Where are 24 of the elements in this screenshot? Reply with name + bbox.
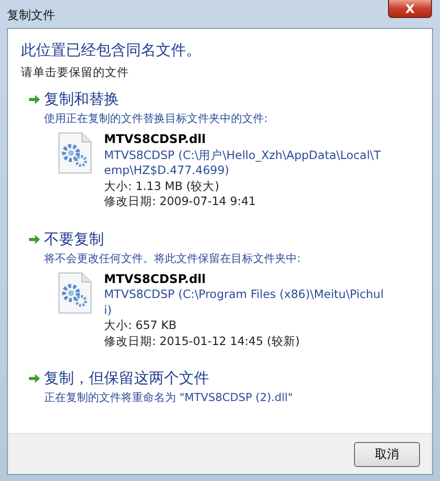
file-name: MTVS8CDSP.dll xyxy=(104,132,207,148)
dialog-heading: 此位置已经包含同名文件。 xyxy=(21,41,202,60)
option-description: 使用正在复制的文件替换目标文件夹中的文件: xyxy=(44,111,269,126)
file-gear-icon xyxy=(58,272,92,314)
close-button[interactable]: X xyxy=(388,0,432,18)
arrow-icon xyxy=(28,234,41,244)
instruction-text: 请单击要保留的文件 xyxy=(21,65,130,80)
file-location: MTVS8CDSP (C:\Program Files (x86)\Meitu\Pichuli) xyxy=(104,287,384,318)
cancel-button[interactable]: 取消 xyxy=(354,442,420,466)
option-title[interactable]: 复制，但保留这两个文件 xyxy=(44,369,209,388)
window-title: 复制文件 xyxy=(7,7,55,24)
option-description: 将不会更改任何文件。将此文件保留在目标文件夹中: xyxy=(44,250,302,266)
arrow-icon xyxy=(28,373,41,384)
arrow-icon xyxy=(28,94,41,105)
option-title[interactable]: 不要复制 xyxy=(44,230,104,248)
option-title[interactable]: 复制和替换 xyxy=(44,90,119,109)
modified-date: 修改日期: 2015-01-12 14:45 (较新) xyxy=(104,334,301,349)
file-size: 大小: 657 KB xyxy=(104,318,178,334)
file-size: 大小: 1.13 MB (较大) xyxy=(104,178,220,194)
file-location: MTVS8CDSP (C:\用户\Hello_Xzh\AppData\Local\Temp\HZ$D.477.4699) xyxy=(104,148,382,178)
file-name: MTVS8CDSP.dll xyxy=(104,272,207,287)
file-gear-icon xyxy=(58,132,92,174)
option-description: 正在复制的文件将重命名为 "MTVS8CDSP (2).dll" xyxy=(44,390,294,405)
modified-date: 修改日期: 2009-07-14 9:41 xyxy=(104,194,257,210)
